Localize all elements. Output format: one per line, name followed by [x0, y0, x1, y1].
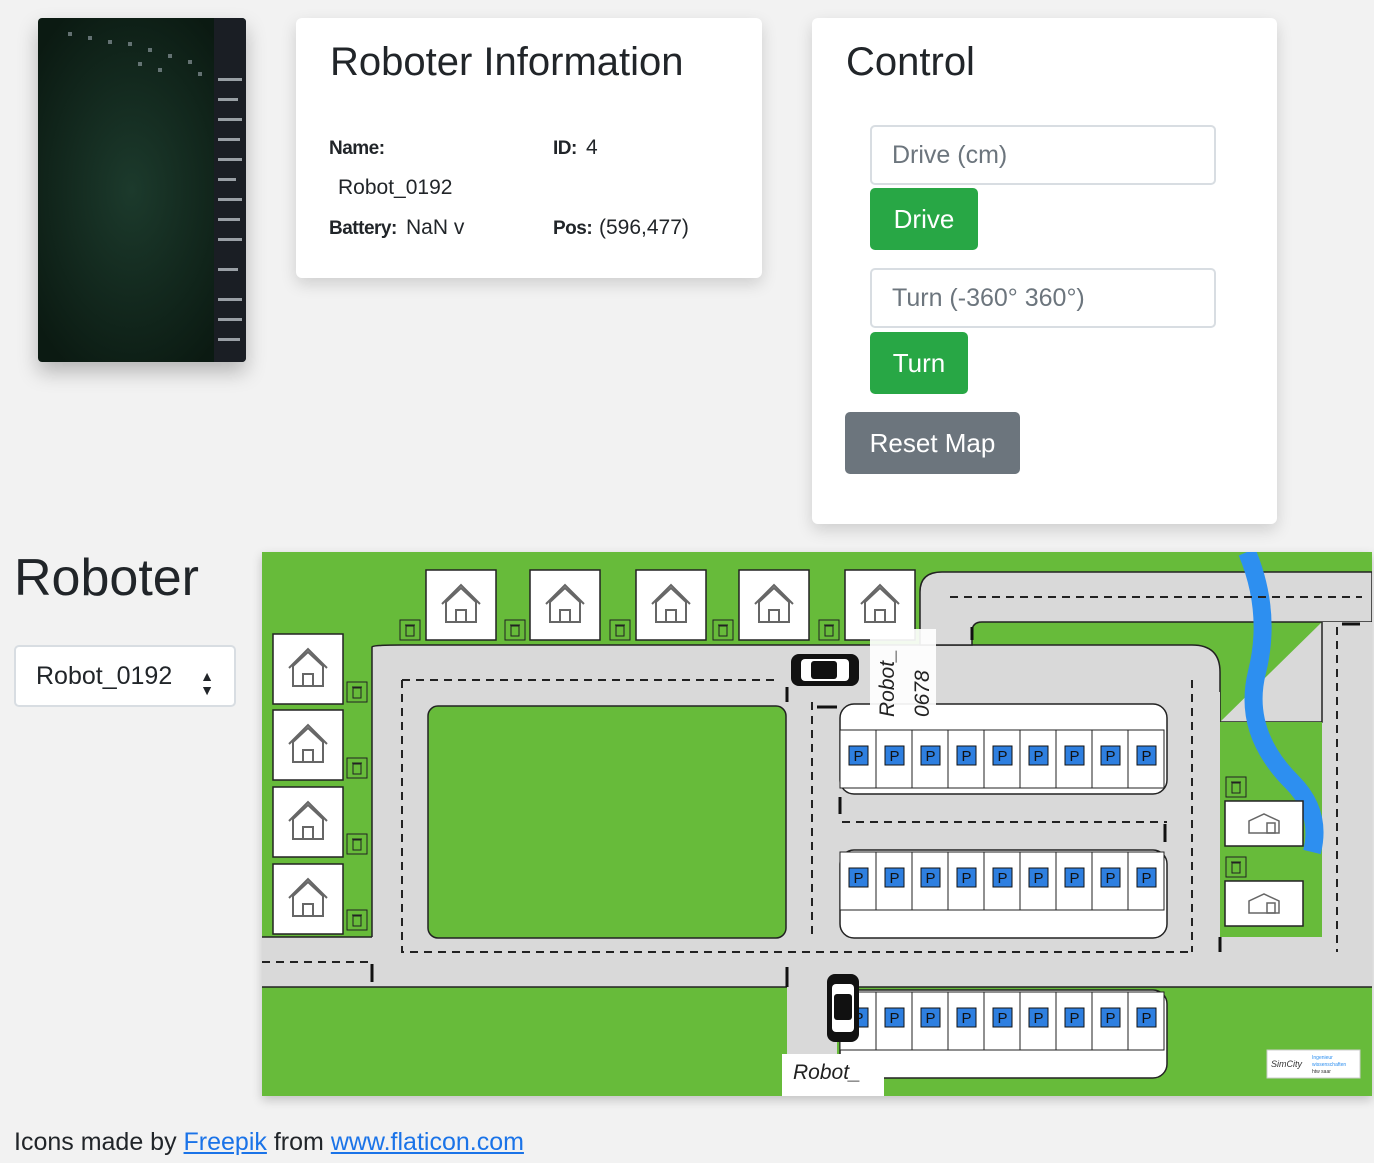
robot-info-card: Roboter Information Name: Robot_0192 ID:…	[296, 18, 762, 278]
robot-0678-label: Robot_ 0678	[870, 629, 936, 724]
drive-input[interactable]: Drive (cm)	[870, 125, 1216, 185]
robot-0192-label: Robot_	[782, 1054, 884, 1096]
camera-feed-image	[38, 18, 246, 362]
svg-text:0678: 0678	[911, 670, 934, 717]
svg-text:Robot_: Robot_	[876, 649, 899, 717]
pos-label: Pos:	[553, 218, 593, 239]
parking-row-3	[839, 989, 1168, 1079]
svg-text:htw saar: htw saar	[1312, 1069, 1331, 1075]
id-label: ID:	[553, 138, 577, 159]
id-value: 4	[586, 136, 598, 159]
svg-text:SimCity: SimCity	[1271, 1059, 1302, 1069]
freepik-link[interactable]: Freepik	[184, 1128, 267, 1156]
robot-0678-car-icon[interactable]	[791, 654, 859, 686]
simcity-logo: SimCity Ingenieur wissenschaften htw saa…	[1266, 1049, 1361, 1079]
battery-label: Battery:	[329, 218, 397, 239]
footer-middle: from	[266, 1128, 331, 1156]
name-value: Robot_0192	[338, 176, 453, 199]
robot-info-title: Roboter Information	[330, 40, 684, 84]
attribution-footer: Icons made by Freepik from www.flaticon.…	[14, 1128, 524, 1157]
pos-value: (596,477)	[599, 216, 689, 239]
turn-input[interactable]: Turn (-360° 360°)	[870, 268, 1216, 328]
control-card: Control Drive (cm) Drive Turn (-360° 360…	[812, 18, 1277, 524]
svg-text:wissenschaften: wissenschaften	[1312, 1062, 1346, 1068]
reset-map-button[interactable]: Reset Map	[845, 412, 1020, 474]
park-area	[427, 705, 787, 939]
battery-value: NaN v	[406, 216, 465, 239]
svg-text:Ingenieur: Ingenieur	[1312, 1055, 1333, 1061]
roboter-heading: Roboter	[14, 549, 199, 607]
drive-button[interactable]: Drive	[870, 188, 978, 250]
robot-0192-car-icon[interactable]	[827, 974, 859, 1042]
parking-row-2	[839, 849, 1168, 939]
name-label: Name:	[329, 138, 385, 159]
robot-select-value: Robot_0192	[36, 662, 173, 690]
robot-select[interactable]: Robot_0192 ▲ ▼	[14, 645, 236, 707]
select-caret-icon: ▲ ▼	[200, 668, 214, 698]
footer-prefix: Icons made by	[14, 1128, 184, 1156]
svg-text:Robot_: Robot_	[793, 1061, 861, 1084]
control-title: Control	[846, 40, 975, 84]
city-map[interactable]: P	[262, 548, 1373, 1096]
flaticon-link[interactable]: www.flaticon.com	[331, 1128, 524, 1156]
turn-button[interactable]: Turn	[870, 332, 968, 394]
